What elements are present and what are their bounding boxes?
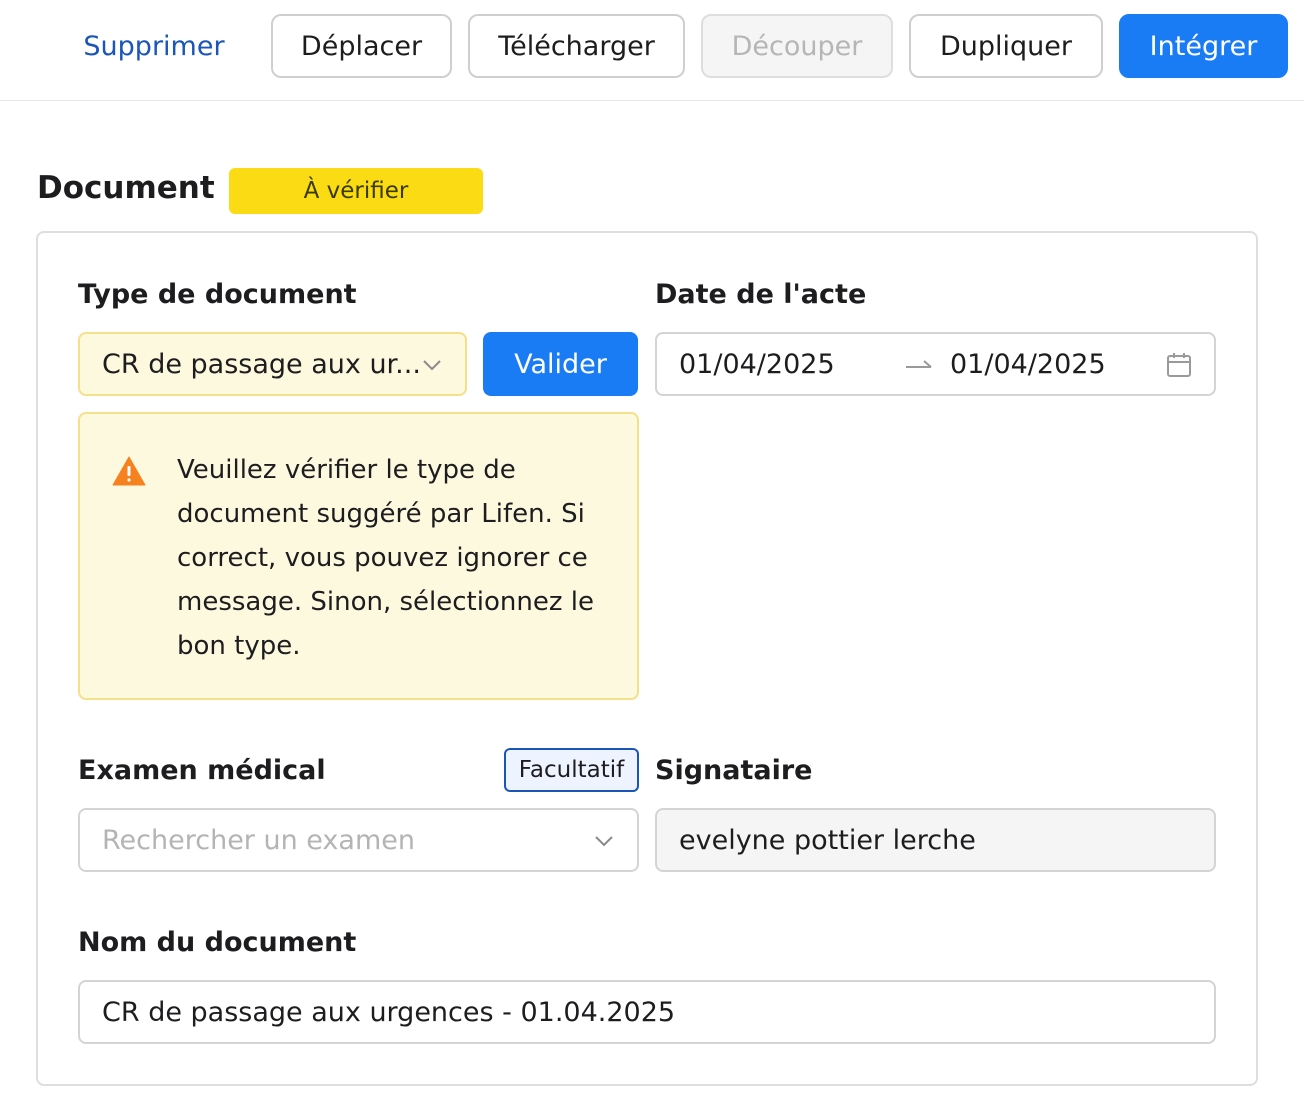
optional-badge: Facultatif — [504, 748, 639, 792]
chevron-down-icon — [595, 836, 613, 847]
exam-placeholder: Rechercher un examen — [102, 824, 415, 856]
action-toolbar: Supprimer Déplacer Télécharger Découper … — [0, 0, 1304, 101]
date-label: Date de l'acte — [655, 279, 867, 310]
validate-button[interactable]: Valider — [483, 332, 638, 396]
doc-name-label: Nom du document — [78, 927, 357, 958]
status-badge: À vérifier — [229, 168, 483, 214]
exam-label: Examen médical — [78, 755, 326, 786]
signer-label: Signataire — [655, 755, 813, 786]
calendar-icon[interactable] — [1166, 352, 1192, 378]
chevron-down-icon — [423, 360, 441, 371]
signer-field: evelyne pottier lerche — [655, 808, 1216, 872]
doc-name-value[interactable]: CR de passage aux urgences - 01.04.2025 — [102, 997, 675, 1028]
duplicate-button[interactable]: Dupliquer — [909, 14, 1103, 78]
doc-type-value: CR de passage aux ur... — [102, 348, 421, 380]
delete-button[interactable]: Supprimer — [64, 14, 244, 78]
warning-triangle-icon — [112, 456, 146, 486]
date-end[interactable]: 01/04/2025 — [950, 349, 1106, 380]
exam-search-select[interactable]: Rechercher un examen — [78, 808, 639, 872]
integrate-button[interactable]: Intégrer — [1119, 14, 1288, 78]
date-start[interactable]: 01/04/2025 — [679, 349, 835, 380]
doc-type-select[interactable]: CR de passage aux ur... — [78, 332, 467, 396]
date-range-picker[interactable]: 01/04/2025 01/04/2025 — [655, 332, 1216, 396]
doc-name-input[interactable]: CR de passage aux urgences - 01.04.2025 — [78, 980, 1216, 1044]
warning-message: Veuillez vérifier le type de document su… — [177, 455, 594, 661]
warning-alert: Veuillez vérifier le type de document su… — [78, 412, 639, 700]
section-title: Document — [37, 170, 215, 206]
download-button[interactable]: Télécharger — [468, 14, 685, 78]
doc-type-label: Type de document — [78, 279, 357, 310]
move-button[interactable]: Déplacer — [271, 14, 452, 78]
arrow-right-icon — [906, 360, 932, 368]
split-button: Découper — [701, 14, 893, 78]
signer-value: evelyne pottier lerche — [679, 824, 976, 856]
